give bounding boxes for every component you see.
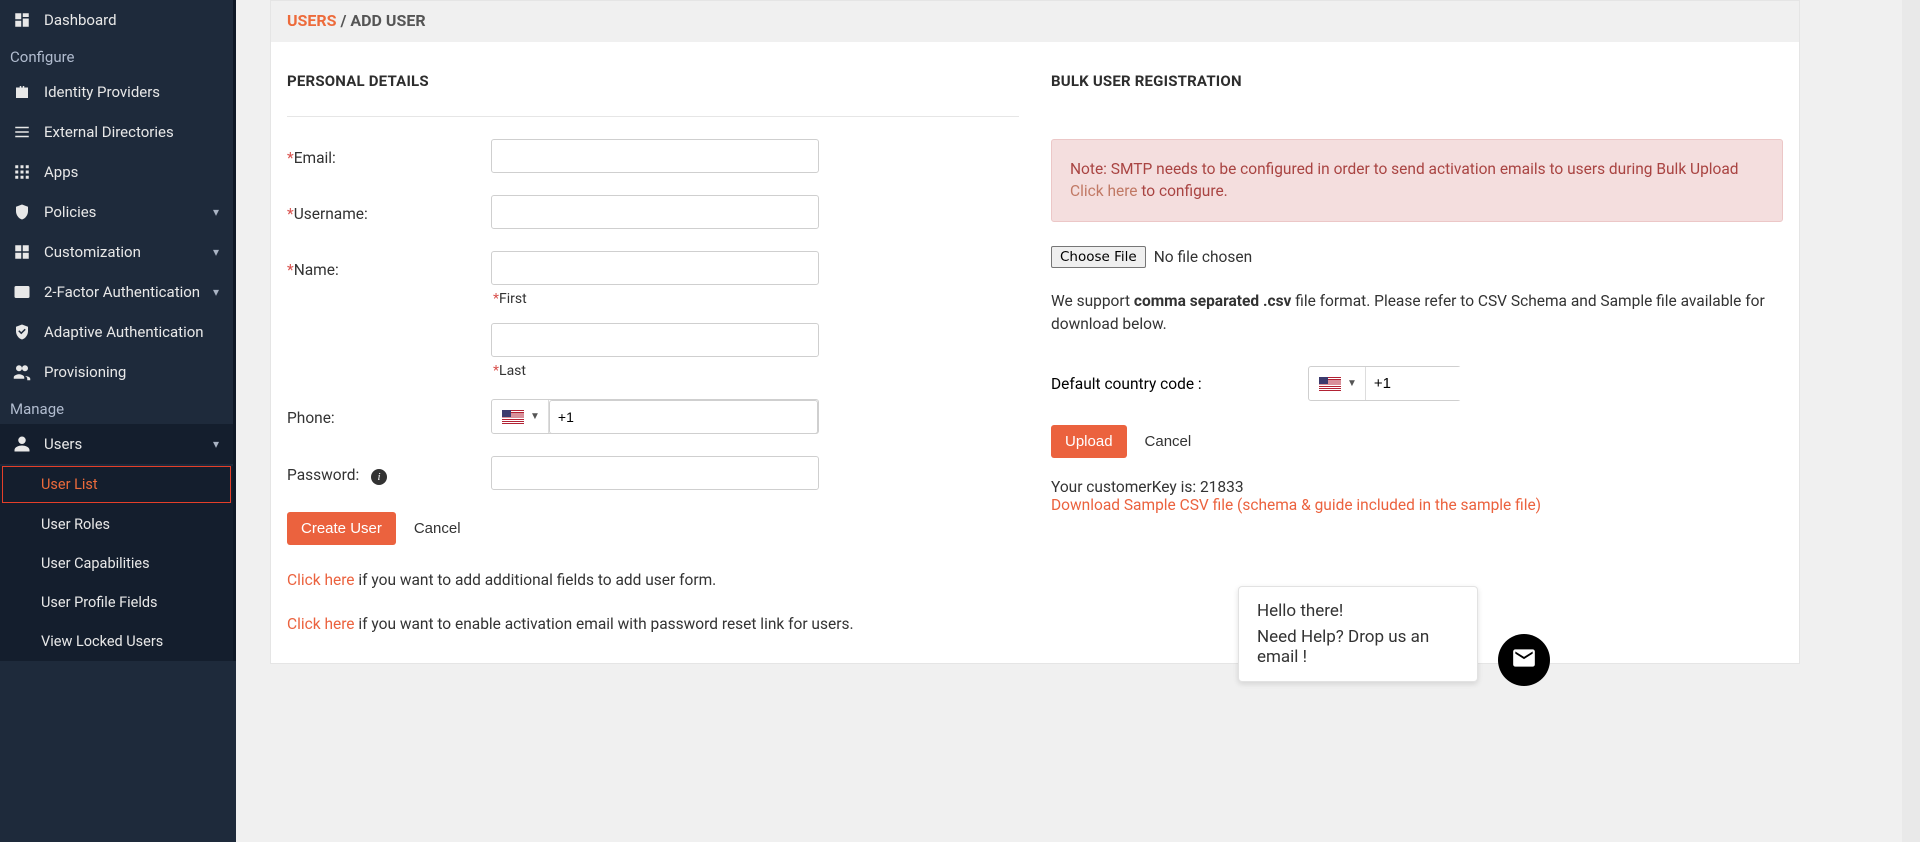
sidebar-section-manage: Manage	[0, 392, 233, 424]
breadcrumb-root-link[interactable]: USERS	[287, 11, 337, 30]
sidebar-item-label: Adaptive Authentication	[44, 323, 204, 341]
smtp-configure-link[interactable]: Click here	[1070, 182, 1138, 200]
helper-additional-fields: Click here if you want to add additional…	[287, 571, 1019, 589]
divider	[287, 116, 1019, 117]
sidebar-sub-user-profile-fields[interactable]: User Profile Fields	[0, 583, 233, 622]
cancel-button[interactable]: Cancel	[400, 512, 475, 545]
blocks-icon	[12, 242, 32, 262]
helper-activation-email: Click here if you want to enable activat…	[287, 615, 1019, 633]
sidebar-sub-user-capabilities[interactable]: User Capabilities	[0, 544, 233, 583]
us-flag-icon	[1319, 377, 1341, 391]
password-label: Password: i	[287, 456, 491, 490]
user-icon	[12, 434, 32, 454]
sidebar-item-users[interactable]: Users ▾	[0, 424, 233, 464]
sidebar-sub-view-locked-users[interactable]: View Locked Users	[0, 622, 233, 661]
sidebar-item-provisioning[interactable]: Provisioning	[0, 352, 233, 392]
chevron-down-icon: ▾	[213, 205, 219, 219]
email-field[interactable]	[491, 139, 819, 173]
download-sample-csv-link[interactable]: Download Sample CSV file (schema & guide…	[1051, 496, 1783, 514]
sidebar-item-customization[interactable]: Customization ▾	[0, 232, 233, 272]
sidebar-sub-user-roles[interactable]: User Roles	[0, 505, 233, 544]
create-user-button[interactable]: Create User	[287, 512, 396, 545]
default-country-code-select[interactable]: ▼	[1309, 367, 1366, 400]
numpad-icon	[12, 282, 32, 302]
chevron-down-icon: ▾	[213, 285, 219, 299]
sidebar-item-identity-providers[interactable]: Identity Providers	[0, 72, 233, 112]
sidebar-item-label: Users	[44, 435, 82, 453]
phone-country-select[interactable]: ▼	[492, 400, 549, 433]
info-icon[interactable]: i	[371, 469, 387, 485]
upload-button[interactable]: Upload	[1051, 425, 1127, 458]
phone-field[interactable]	[549, 400, 818, 434]
bulk-cancel-button[interactable]: Cancel	[1131, 425, 1206, 458]
smtp-note-alert: Note: SMTP needs to be configured in ord…	[1051, 139, 1783, 222]
personal-details-title: PERSONAL DETAILS	[287, 72, 1019, 90]
mail-icon	[1511, 645, 1537, 675]
password-field[interactable]	[491, 456, 819, 490]
last-name-sublabel: *Last	[493, 363, 821, 379]
sidebar-item-adaptive-auth[interactable]: Adaptive Authentication	[0, 312, 233, 352]
additional-fields-link[interactable]: Click here	[287, 571, 355, 589]
sidebar-item-label: Apps	[44, 163, 78, 181]
chat-fab-button[interactable]	[1498, 634, 1550, 686]
sidebar-item-2fa[interactable]: 2-Factor Authentication ▾	[0, 272, 233, 312]
chat-popup: Hello there! Need Help? Drop us an email…	[1238, 586, 1478, 682]
content-card: USERS / ADD USER PERSONAL DETAILS *Email…	[270, 0, 1800, 664]
sidebar-item-external-directories[interactable]: External Directories	[0, 112, 233, 152]
sidebar-item-label: External Directories	[44, 123, 174, 141]
grid-icon	[12, 162, 32, 182]
name-label: *Name:	[287, 251, 491, 395]
caret-down-icon: ▼	[530, 411, 540, 422]
sidebar-item-policies[interactable]: Policies ▾	[0, 192, 233, 232]
scrollbar-track[interactable]	[1902, 0, 1920, 842]
sidebar-item-label: Policies	[44, 203, 96, 221]
username-label: *Username:	[287, 195, 491, 229]
phone-label: Phone:	[287, 399, 491, 434]
bulk-registration-title: BULK USER REGISTRATION	[1051, 72, 1783, 90]
personal-details-section: PERSONAL DETAILS *Email: *Username: *Nam…	[287, 72, 1019, 633]
file-chosen-status: No file chosen	[1154, 248, 1252, 266]
chevron-down-icon: ▾	[213, 245, 219, 259]
breadcrumb-sep: /	[337, 11, 351, 30]
activation-email-link[interactable]: Click here	[287, 615, 355, 633]
us-flag-icon	[502, 410, 524, 424]
default-country-code-field[interactable]	[1366, 367, 1581, 400]
last-name-field[interactable]	[491, 323, 819, 357]
sidebar-users-submenu: User List User Roles User Capabilities U…	[0, 466, 233, 661]
default-country-code-label: Default country code :	[1051, 375, 1308, 393]
default-country-code-wrapper: ▼	[1308, 366, 1461, 401]
email-label: *Email:	[287, 139, 491, 173]
sidebar-item-apps[interactable]: Apps	[0, 152, 233, 192]
phone-field-wrapper: ▼	[491, 399, 819, 434]
list-icon	[12, 122, 32, 142]
breadcrumb-current: ADD USER	[350, 11, 425, 30]
sidebar-item-label: Provisioning	[44, 363, 126, 381]
sidebar-sub-user-list[interactable]: User List	[2, 466, 231, 503]
breadcrumb: USERS / ADD USER	[271, 1, 1799, 42]
chat-prompt: Need Help? Drop us an email !	[1257, 627, 1459, 667]
sidebar: Dashboard Configure Identity Providers E…	[0, 0, 236, 842]
chevron-down-icon: ▾	[213, 437, 219, 451]
main-content: USERS / ADD USER PERSONAL DETAILS *Email…	[240, 0, 1920, 664]
sidebar-item-label: Identity Providers	[44, 83, 160, 101]
csv-support-text: We support comma separated .csv file for…	[1051, 290, 1783, 337]
dashboard-icon	[12, 10, 32, 30]
chat-greeting: Hello there!	[1257, 601, 1459, 621]
sidebar-section-configure: Configure	[0, 40, 233, 72]
choose-file-button[interactable]: Choose File	[1051, 246, 1146, 268]
first-name-sublabel: *First	[493, 291, 821, 307]
sidebar-item-label: Dashboard	[44, 11, 117, 29]
sidebar-item-dashboard[interactable]: Dashboard	[0, 0, 233, 40]
username-field[interactable]	[491, 195, 819, 229]
caret-down-icon: ▼	[1347, 378, 1357, 389]
sidebar-item-label: 2-Factor Authentication	[44, 283, 200, 301]
sidebar-item-label: Customization	[44, 243, 141, 261]
briefcase-icon	[12, 82, 32, 102]
shield-check-icon	[12, 322, 32, 342]
customer-key-text: Your customerKey is: 21833	[1051, 478, 1783, 496]
bulk-registration-section: BULK USER REGISTRATION Note: SMTP needs …	[1051, 72, 1783, 633]
users-sync-icon	[12, 362, 32, 382]
shield-icon	[12, 202, 32, 222]
first-name-field[interactable]	[491, 251, 819, 285]
